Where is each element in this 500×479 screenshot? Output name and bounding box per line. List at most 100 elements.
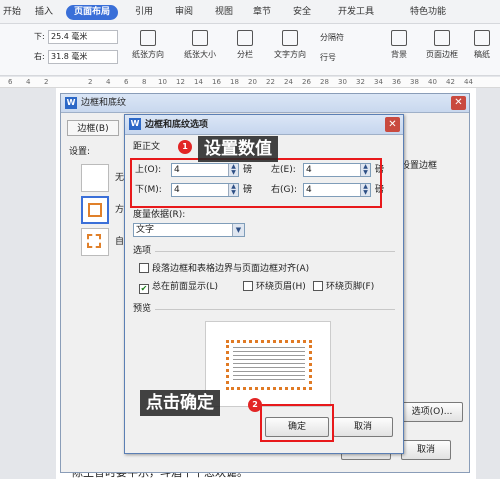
text-direction-label: 文字方向 — [274, 50, 306, 59]
margin-bottom-input[interactable]: 25.4 毫米 — [48, 30, 118, 44]
tab-developer[interactable]: 开发工具 — [328, 5, 384, 20]
paper-size-button[interactable]: 纸张大小 — [176, 30, 224, 60]
line-numbers-button[interactable]: 行号 — [320, 52, 372, 63]
checkbox-icon[interactable] — [313, 281, 323, 291]
checkbox-icon[interactable] — [243, 281, 253, 291]
manuscript-button[interactable]: 稿纸 — [466, 30, 498, 60]
close-icon[interactable]: ✕ — [451, 96, 466, 110]
ruler-number: 36 — [392, 78, 401, 86]
close-icon[interactable]: ✕ — [385, 117, 400, 132]
ruler-number: 2 — [44, 78, 49, 86]
checkmark-icon[interactable]: ✔ — [139, 284, 149, 294]
manuscript-label: 稿纸 — [474, 50, 490, 59]
borders-dialog-title: 边框和底纹 — [81, 98, 127, 108]
orientation-label: 纸张方向 — [132, 50, 164, 59]
ruler-number: 16 — [212, 78, 221, 86]
background-button[interactable]: 背景 — [382, 30, 416, 60]
wps-logo-icon: W — [65, 97, 77, 109]
orientation-button[interactable]: 纸张方向 — [124, 30, 172, 60]
ruler: 6 4 2 2 4 6 8 10 12 14 16 18 20 22 24 26… — [0, 77, 500, 88]
tab-insert[interactable]: 插入 — [30, 5, 58, 20]
ruler-number: 24 — [284, 78, 293, 86]
tab-review[interactable]: 审阅 — [170, 5, 198, 20]
manuscript-icon — [474, 30, 490, 46]
columns-button[interactable]: 分栏 — [228, 30, 262, 60]
setting-none-label[interactable]: 无 — [115, 172, 124, 184]
page-border-icon — [434, 30, 450, 46]
setting-box-label[interactable]: 方 — [115, 204, 124, 216]
orientation-icon — [140, 30, 156, 46]
divider — [155, 309, 395, 310]
ruler-number: 4 — [26, 78, 31, 86]
ruler-number: 40 — [428, 78, 437, 86]
surround-header-checkbox[interactable]: 环绕页眉(H) — [243, 281, 306, 293]
columns-icon — [237, 30, 253, 46]
ribbon-tab-bar: 开始 插入 页面布局 引用 审阅 视图 章节 安全 开发工具 特色功能 — [0, 0, 500, 24]
breaks-button[interactable]: 分隔符 — [320, 32, 372, 43]
tab-home[interactable]: 开始 — [2, 5, 22, 20]
ruler-number: 42 — [446, 78, 455, 86]
ruler-number: 2 — [88, 78, 93, 86]
options-button[interactable]: 选项(O)... — [401, 402, 463, 422]
page-border-button[interactable]: 页面边框 — [420, 30, 464, 60]
setting-box-icon[interactable] — [81, 196, 109, 224]
margin-right-label: 右: — [34, 52, 45, 61]
surround-footer-label: 环绕页脚(F) — [326, 282, 375, 292]
border-hint-text: 设置边框 — [401, 161, 438, 171]
options-dialog-title: 边框和底纹选项 — [145, 120, 209, 130]
tab-special[interactable]: 特色功能 — [398, 5, 458, 20]
margin-right-input[interactable]: 31.8 毫米 — [48, 50, 118, 64]
checkbox-icon[interactable] — [139, 263, 149, 273]
tab-security[interactable]: 安全 — [288, 5, 316, 20]
ruler-number: 34 — [374, 78, 383, 86]
ruler-number: 30 — [338, 78, 347, 86]
tab-references[interactable]: 引用 — [130, 5, 158, 20]
step1-callout: 设置数值 — [198, 136, 278, 162]
measure-select[interactable]: 文字 ▼ — [133, 223, 245, 237]
align-border-checkbox[interactable]: 段落边框和表格边界与页面边框对齐(A) — [139, 263, 309, 275]
outer-cancel-button[interactable]: 取消 — [401, 440, 451, 460]
highlight-ok-button — [260, 404, 334, 442]
paper-size-label: 纸张大小 — [184, 50, 216, 59]
text-direction-icon — [282, 30, 298, 46]
ruler-number: 4 — [106, 78, 111, 86]
ruler-number: 10 — [158, 78, 167, 86]
wps-logo-icon: W — [129, 118, 141, 130]
setting-custom-label[interactable]: 自 — [115, 236, 124, 248]
tab-view[interactable]: 视图 — [210, 5, 238, 20]
ruler-number: 14 — [194, 78, 203, 86]
ruler-number: 18 — [230, 78, 239, 86]
preview-border — [226, 340, 312, 390]
tab-page-layout[interactable]: 页面布局 — [66, 5, 118, 20]
tab-sections[interactable]: 章节 — [248, 5, 276, 20]
tab-borders[interactable]: 边框(B) — [67, 120, 119, 136]
background-label: 背景 — [391, 50, 407, 59]
line-numbers-label: 行号 — [320, 53, 336, 62]
setting-none-icon[interactable] — [81, 164, 109, 192]
ruler-number: 12 — [176, 78, 185, 86]
borders-dialog-titlebar: W 边框和底纹 ✕ — [61, 94, 469, 113]
always-front-checkbox[interactable]: ✔ 总在前面显示(L) — [139, 281, 218, 294]
surround-footer-checkbox[interactable]: 环绕页脚(F) — [313, 281, 374, 293]
options-section-label: 选项 — [133, 246, 152, 256]
preview-label: 预览 — [133, 304, 152, 314]
step2-callout: 点击确定 — [140, 390, 220, 416]
background-icon — [391, 30, 407, 46]
page-border-label: 页面边框 — [426, 50, 458, 59]
cancel-button[interactable]: 取消 — [333, 417, 393, 437]
always-front-label: 总在前面显示(L) — [152, 282, 219, 292]
ruler-number: 26 — [302, 78, 311, 86]
step2-badge: 2 — [248, 398, 262, 412]
divider — [155, 251, 395, 252]
options-dialog-titlebar: W 边框和底纹选项 ✕ — [125, 115, 403, 135]
columns-label: 分栏 — [237, 50, 253, 59]
text-direction-button[interactable]: 文字方向 — [266, 30, 314, 60]
highlight-margin-values — [130, 158, 382, 208]
ruler-number: 44 — [464, 78, 473, 86]
setting-custom-icon[interactable] — [81, 228, 109, 256]
step1-badge: 1 — [178, 140, 192, 154]
ribbon-toolbar: 下: 25.4 毫米 右: 31.8 毫米 纸张方向 纸张大小 分栏 文字方向 … — [0, 24, 500, 76]
paper-size-icon — [192, 30, 208, 46]
breaks-label: 分隔符 — [320, 33, 344, 42]
ruler-number: 28 — [320, 78, 329, 86]
